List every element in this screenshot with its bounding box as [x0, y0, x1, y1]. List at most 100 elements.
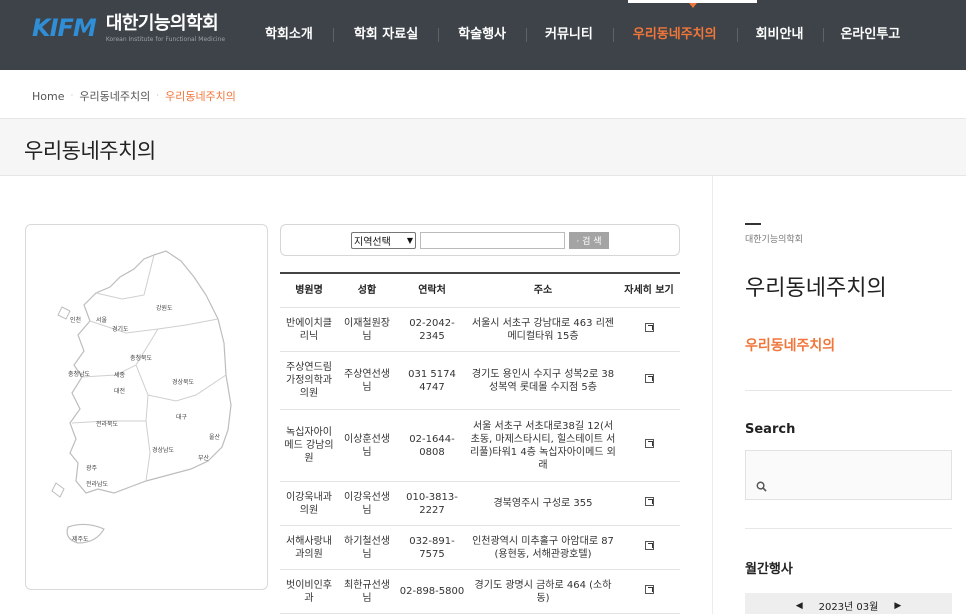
map-label-daejeon[interactable]: 대전	[114, 386, 125, 395]
doctor-name: 이재철원장님	[344, 317, 390, 342]
doctor-name: 이상훈선생님	[344, 433, 390, 458]
doctor-name: 주상연선생님	[344, 368, 390, 393]
table-row: 주상연드림가정의학과의원 주상연선생님 031 5174 4747 경기도 용인…	[280, 352, 680, 410]
logo-english-name: Korean Institute for Functional Medicine	[105, 36, 226, 43]
detail-link[interactable]	[618, 374, 680, 387]
right-sidebar: 대한기능의학회 우리동네주치의 우리동네주치의 Search 월간행사 ◀ 20…	[712, 176, 966, 614]
table-row: 반에이치클리닉 이재철원장님 02-2042-2345 서울시 서초구 강남대로…	[280, 308, 680, 352]
sidebar-title: 우리동네주치의	[745, 276, 887, 301]
map-label-jeju[interactable]: 제주도	[72, 534, 89, 543]
korea-map	[51, 250, 232, 544]
search-icon[interactable]	[756, 481, 767, 492]
column-header: 성함	[357, 285, 377, 296]
phone-number: 02-1644-0808	[409, 433, 455, 458]
map-label-daegu[interactable]: 대구	[176, 412, 187, 421]
nav-divider	[438, 28, 440, 42]
column-header: 연락처	[418, 285, 446, 296]
map-label-ulsan[interactable]: 울산	[209, 432, 220, 441]
hospital-name: 주상연드림가정의학과의원	[286, 362, 332, 399]
page-title-bar: 우리동네주치의	[0, 118, 966, 176]
site-header: KIFM 대한기능의학회 Korean Institute for Functi…	[0, 0, 966, 70]
detail-link[interactable]	[618, 541, 680, 554]
map-label-gyeonggi[interactable]: 경기도	[112, 324, 129, 333]
table-row: 벗이비인후과 최한규선생님 02-898-5800 경기도 광명시 금하로 46…	[280, 570, 680, 614]
doctor-name: 하기철선생님	[344, 535, 390, 560]
nav-item-local-doctor[interactable]: 우리동네주치의	[633, 0, 717, 70]
external-link-icon[interactable]	[644, 439, 654, 448]
search-button[interactable]: · 검 색	[569, 232, 609, 249]
map-label-sejong[interactable]: 세종	[114, 370, 125, 379]
sidebar-accent-bar	[745, 223, 761, 225]
hospital-name: 반에이치클리닉	[286, 317, 332, 342]
nav-divider	[823, 28, 825, 42]
map-label-chungnam[interactable]: 충청남도	[68, 369, 90, 378]
column-header: 병원명	[295, 285, 323, 296]
island-outline	[57, 306, 71, 320]
calendar-next-icon[interactable]: ▶	[894, 601, 901, 611]
address: 서울 서초구 서초대로38길 12(서초동, 마제스타시티, 힐스테이트 서리풀…	[470, 420, 616, 471]
external-link-icon[interactable]	[644, 585, 654, 594]
nav-item-about[interactable]: 학회소개	[265, 0, 313, 70]
nav-item-events[interactable]: 학술행사	[458, 0, 506, 70]
region-select[interactable]: 지역선택 ▼	[351, 232, 416, 249]
sidebar-search-label: Search	[745, 422, 796, 437]
phone-number: 010-3813-2227	[406, 491, 458, 516]
address: 경기도 광명시 금하로 464 (소하동)	[474, 579, 612, 604]
table-row: 서해사랑내과의원 하기철선생님 032-891-7575 인천광역시 미추홀구 …	[280, 526, 680, 570]
breadcrumb-separator: ·	[70, 91, 74, 101]
detail-link[interactable]	[618, 497, 680, 510]
detail-link[interactable]	[618, 439, 680, 452]
sidebar-org-name: 대한기능의학회	[745, 235, 803, 245]
map-label-seoul[interactable]: 서울	[96, 315, 107, 324]
logo-korean-name: 대한기능의학회	[105, 13, 219, 34]
chevron-down-icon: ▼	[406, 236, 413, 245]
detail-link[interactable]	[618, 585, 680, 598]
map-label-gangwon[interactable]: 강원도	[156, 303, 173, 312]
sidebar-link-local-doctor[interactable]: 우리동네주치의	[745, 335, 835, 355]
search-panel: 지역선택 ▼ · 검 색	[280, 224, 680, 256]
map-label-chungbuk[interactable]: 충청북도	[130, 353, 152, 362]
hospital-name: 서해사랑내과의원	[286, 535, 332, 560]
calendar-prev-icon[interactable]: ◀	[796, 601, 803, 611]
map-label-jeonnam[interactable]: 전라남도	[86, 479, 108, 488]
breadcrumb-home[interactable]: Home	[32, 90, 64, 103]
site-logo[interactable]: KIFM 대한기능의학회 Korean Institute for Functi…	[32, 13, 225, 44]
main-nav: 학회소개 학회 자료실 학술행사 커뮤니티 우리동네주치의 회비안내 온라인투고	[244, 0, 900, 70]
sidebar-events-label: 월간행사	[745, 562, 793, 577]
table-header-row: 병원명 성함 연락처 주소 자세히 보기	[280, 274, 680, 308]
column-header: 주소	[533, 285, 553, 296]
region-select-value: 지역선택	[354, 237, 391, 248]
external-link-icon[interactable]	[644, 323, 654, 332]
hospital-name: 이강욱내과의원	[286, 491, 332, 516]
breadcrumb-current[interactable]: 우리동네주치의	[165, 88, 236, 104]
detail-link[interactable]	[618, 323, 680, 336]
logo-mark: KIFM	[32, 14, 97, 42]
map-label-gwangju[interactable]: 광주	[86, 463, 97, 472]
nav-item-fees[interactable]: 회비안내	[756, 0, 804, 70]
korea-map-panel: 인천 서울 경기도 강원도 충청북도 충청남도 세종 대전 경상북도 대구 전라…	[25, 224, 268, 590]
external-link-icon[interactable]	[644, 497, 654, 506]
nav-item-archive[interactable]: 학회 자료실	[354, 0, 418, 70]
map-label-busan[interactable]: 부산	[198, 453, 209, 462]
doctor-name: 이강욱선생님	[344, 491, 390, 516]
breadcrumb-section[interactable]: 우리동네주치의	[79, 88, 150, 104]
nav-item-community[interactable]: 커뮤니티	[545, 0, 593, 70]
map-label-jeonbuk[interactable]: 전라북도	[96, 419, 118, 428]
phone-number: 031 5174 4747	[408, 368, 456, 393]
nav-item-online-submission[interactable]: 온라인투고	[840, 0, 900, 70]
map-label-gyeongnam[interactable]: 경상남도	[152, 445, 174, 454]
address: 경북영주시 구성로 355	[493, 498, 593, 509]
sidebar-search-input[interactable]	[745, 450, 952, 500]
external-link-icon[interactable]	[644, 374, 654, 383]
map-label-incheon[interactable]: 인천	[70, 315, 81, 324]
phone-number: 032-891-7575	[409, 535, 455, 560]
nav-divider	[612, 28, 614, 42]
external-link-icon[interactable]	[644, 541, 654, 550]
nav-divider	[736, 28, 738, 42]
hospital-name: 벗이비인후과	[286, 579, 332, 604]
address: 서울시 서초구 강남대로 463 리젠메디컬타워 15층	[471, 317, 615, 342]
doctor-table: 병원명 성함 연락처 주소 자세히 보기 반에이치클리닉 이재철원장님 02-2…	[280, 272, 680, 614]
map-label-gyeongbuk[interactable]: 경상북도	[172, 377, 194, 386]
breadcrumb-separator: ·	[156, 91, 160, 101]
search-input[interactable]	[420, 232, 565, 249]
